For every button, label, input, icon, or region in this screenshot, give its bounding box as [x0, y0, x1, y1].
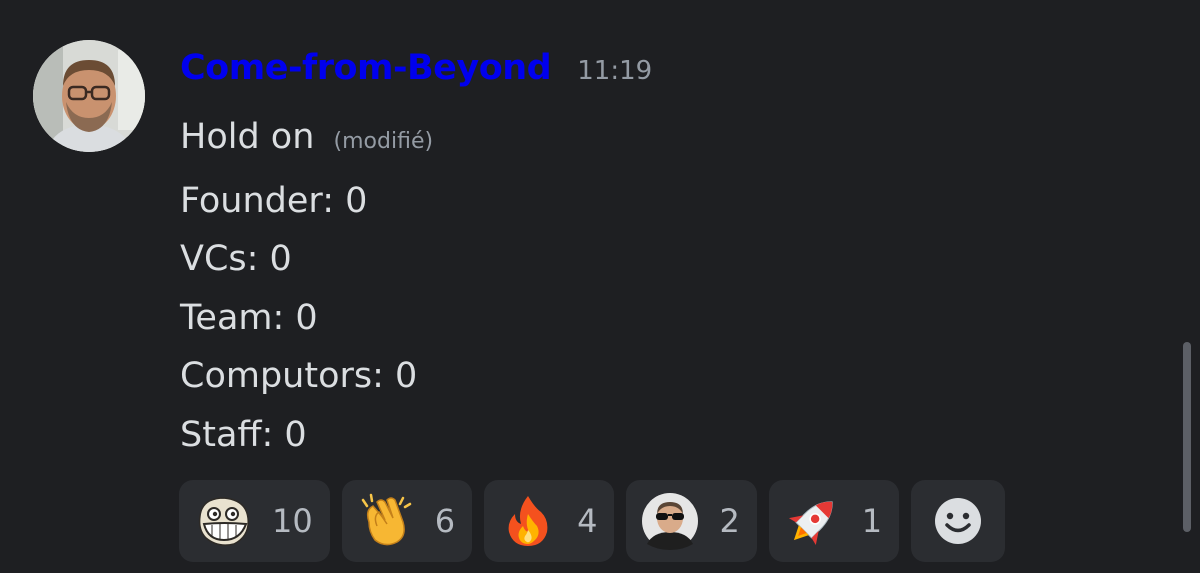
sunglasses-avatar-emoji [641, 492, 699, 550]
message-text: Hold on [180, 117, 315, 157]
chat-message: Come-from-Beyond 11:19 Hold on (modifié)… [0, 0, 1200, 573]
reaction-count: 2 [719, 502, 740, 540]
edited-label: (modifié) [333, 129, 434, 154]
fire-emoji [499, 492, 557, 550]
message-first-line: Hold on (modifié) [180, 108, 433, 172]
reaction-fire[interactable]: 4 [484, 480, 615, 562]
avatar[interactable] [33, 40, 145, 152]
reaction-count: 1 [861, 502, 883, 540]
reactions-bar: 10 6 4 2 1 [179, 480, 1006, 562]
rocket-emoji [784, 492, 842, 550]
message-line: Staff: 0 [180, 414, 307, 455]
clapping-hands-emoji [357, 492, 415, 550]
message-line: Computors: 0 [180, 356, 418, 396]
avatar-photo [33, 40, 145, 152]
message-line: VCs: 0 [180, 239, 292, 279]
add-reaction-button[interactable] [911, 480, 1006, 562]
reaction-trollface[interactable]: 10 [179, 480, 330, 562]
message-line: Founder: 0 [180, 180, 368, 221]
reaction-count: 6 [434, 502, 456, 540]
reaction-clap[interactable]: 6 [341, 480, 473, 562]
message-content: Hold on (modifié) Founder: 0 VCs: 0 Team… [180, 108, 433, 464]
smiley-add-reaction-icon [929, 492, 987, 550]
message-line: Team: 0 [180, 297, 318, 338]
message-header: Come-from-Beyond 11:19 [180, 48, 652, 98]
username[interactable]: Come-from-Beyond [180, 48, 552, 88]
scrollbar[interactable] [1183, 342, 1191, 532]
reaction-rocket[interactable]: 1 [768, 480, 900, 562]
reaction-sunglasses-avatar[interactable]: 2 [626, 480, 757, 562]
reaction-count: 4 [577, 502, 598, 540]
timestamp[interactable]: 11:19 [577, 56, 652, 86]
trollface-emoji [194, 492, 252, 550]
reaction-count: 10 [272, 502, 313, 540]
